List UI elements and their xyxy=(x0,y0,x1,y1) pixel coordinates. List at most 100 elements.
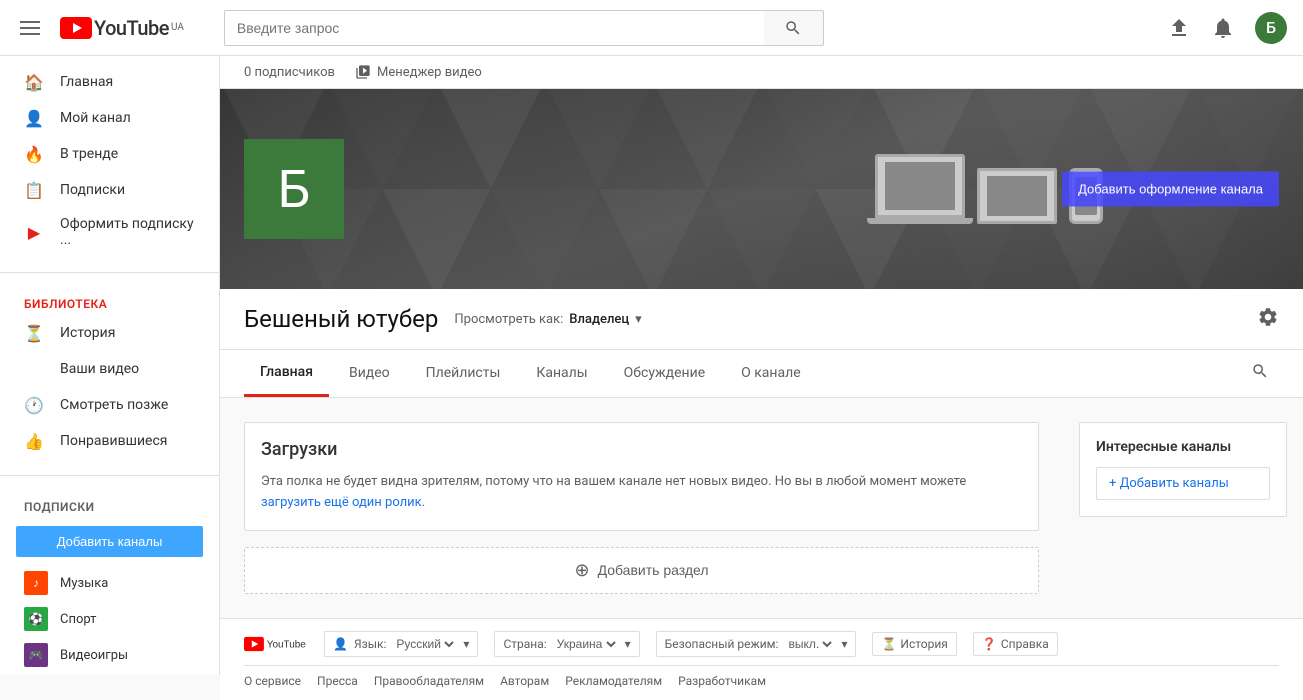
footer-nav-copyright[interactable]: Правообладателям xyxy=(374,674,484,688)
footer-safe-label: Безопасный режим: xyxy=(665,637,779,651)
channel-search-icon[interactable] xyxy=(1241,352,1279,395)
footer-safe-mode[interactable]: Безопасный режим: выкл. ▾ xyxy=(656,631,857,657)
channel-view-as: Просмотреть как: Владелец ▾ xyxy=(454,312,641,327)
safe-mode-dropdown[interactable]: выкл. xyxy=(784,636,835,652)
main-content: 0 подписчиков Менеджер видео xyxy=(220,56,1303,700)
games-label: Видеоигры xyxy=(60,648,128,663)
tab-channels[interactable]: Каналы xyxy=(520,351,603,397)
footer-nav-authors[interactable]: Авторам xyxy=(500,674,549,688)
footer-help-link[interactable]: ❓ Справка xyxy=(973,632,1058,656)
video-manager-icon xyxy=(355,64,371,80)
watch-later-icon: 🕐 xyxy=(24,395,44,415)
subscriptions-icon: 📋 xyxy=(24,180,44,200)
footer-youtube-logo-icon: YouTube xyxy=(244,635,308,653)
device-tv xyxy=(977,168,1057,224)
language-chevron-icon: ▾ xyxy=(463,637,469,651)
sidebar-item-trending[interactable]: 🔥 В тренде xyxy=(0,136,219,172)
sidebar-item-your-videos[interactable]: Ваши видео xyxy=(0,351,219,387)
menu-icon[interactable] xyxy=(16,17,44,39)
header-right: Б xyxy=(1167,12,1287,44)
sidebar-item-subscribe[interactable]: ▶ Оформить подписку ... xyxy=(0,208,219,256)
subscriptions-title: ПОДПИСКИ xyxy=(0,492,219,518)
channel-main-content: Загрузки Эта полка не будет видна зрител… xyxy=(220,398,1063,618)
footer-logo[interactable]: YouTube xyxy=(244,635,308,653)
sidebar-item-home[interactable]: 🏠 Главная xyxy=(0,64,219,100)
footer-nav-developers[interactable]: Разработчикам xyxy=(678,674,766,688)
channel-art: Б xyxy=(220,89,1303,289)
subscribers-count: 0 подписчиков xyxy=(244,65,335,80)
interesting-channels-section: Интересные каналы + Добавить каналы xyxy=(1079,422,1287,517)
footer-bottom: О сервисе Пресса Правообладателям Автора… xyxy=(244,674,1279,688)
logo-ua: UA xyxy=(171,22,184,33)
sport-label: Спорт xyxy=(60,612,96,627)
footer-country-select[interactable]: Страна: Украина ▾ xyxy=(494,631,639,657)
tab-videos[interactable]: Видео xyxy=(333,351,406,397)
footer: YouTube 👤 Язык: Русский ▾ Стра xyxy=(220,618,1303,700)
footer-top: YouTube 👤 Язык: Русский ▾ Стра xyxy=(244,631,1279,666)
sidebar-item-subscriptions[interactable]: 📋 Подписки xyxy=(0,172,219,208)
footer-history-link[interactable]: ⏳ История xyxy=(872,632,956,656)
video-manager-label: Менеджер видео xyxy=(377,65,482,80)
channel-header: Бешеный ютубер Просмотреть как: Владелец… xyxy=(220,289,1303,350)
sidebar-my-channel-label: Мой канал xyxy=(60,110,131,126)
sidebar-item-history[interactable]: ⏳ История xyxy=(0,315,219,351)
add-interesting-channels-button[interactable]: + Добавить каналы xyxy=(1096,467,1270,500)
add-channels-button[interactable]: Добавить каналы xyxy=(16,526,203,557)
view-as-chevron-icon[interactable]: ▾ xyxy=(635,312,642,327)
view-as-value[interactable]: Владелец xyxy=(569,312,629,327)
home-icon: 🏠 xyxy=(24,72,44,92)
uploads-msg-part1: Эта полка не будет видна зрителям, потом… xyxy=(261,474,966,489)
uploads-title: Загрузки xyxy=(261,439,1022,460)
help-icon-footer: ❓ xyxy=(982,637,997,651)
sport-icon: ⚽ xyxy=(24,607,48,631)
add-channel-art-button[interactable]: Добавить оформление канала xyxy=(1062,172,1279,207)
search-bar xyxy=(224,10,824,46)
logo[interactable]: YouTubeUA xyxy=(60,16,184,40)
language-icon: 👤 xyxy=(333,637,348,651)
channel-art-avatar: Б xyxy=(244,139,344,239)
uploads-empty-message: Эта полка не будет видна зрителям, потом… xyxy=(261,472,1022,514)
subscribe-icon: ▶ xyxy=(24,222,44,242)
nav-section: 🏠 Главная 👤 Мой канал 🔥 В тренде 📋 Подпи… xyxy=(0,56,219,264)
sidebar-liked-label: Понравившиеся xyxy=(60,433,167,449)
sidebar-item-music[interactable]: ♪ Музыка xyxy=(0,565,219,601)
channel-settings-icon[interactable] xyxy=(1257,306,1279,333)
language-dropdown[interactable]: Русский xyxy=(392,636,457,652)
tab-about[interactable]: О канале xyxy=(725,351,817,397)
footer-nav-advertisers[interactable]: Рекламодателям xyxy=(565,674,662,688)
notifications-icon[interactable] xyxy=(1211,16,1235,40)
search-icon xyxy=(784,19,802,37)
footer-language-select[interactable]: 👤 Язык: Русский ▾ xyxy=(324,631,478,657)
header-left: YouTubeUA xyxy=(16,16,184,40)
footer-nav-about[interactable]: О сервисе xyxy=(244,674,301,688)
tab-discussion[interactable]: Обсуждение xyxy=(608,351,722,397)
history-icon-footer: ⏳ xyxy=(881,637,896,651)
sidebar-item-games[interactable]: 🎮 Видеоигры xyxy=(0,637,219,673)
tab-playlists[interactable]: Плейлисты xyxy=(410,351,517,397)
subscriptions-section: ПОДПИСКИ Добавить каналы ♪ Музыка ⚽ Спор… xyxy=(0,484,219,675)
country-dropdown[interactable]: Украина xyxy=(553,636,619,652)
sidebar-item-watch-later[interactable]: 🕐 Смотреть позже xyxy=(0,387,219,423)
search-input[interactable] xyxy=(224,10,764,46)
sidebar-item-my-channel[interactable]: 👤 Мой канал xyxy=(0,100,219,136)
add-section-label: Добавить раздел xyxy=(598,562,709,578)
user-avatar[interactable]: Б xyxy=(1255,12,1287,44)
device-laptop xyxy=(875,154,965,224)
upload-link[interactable]: загрузить ещё один ролик xyxy=(261,495,422,510)
add-section-plus-icon: ⊕ xyxy=(574,560,589,581)
sidebar-item-liked[interactable]: 👍 Понравившиеся xyxy=(0,423,219,459)
add-section-button[interactable]: ⊕ Добавить раздел xyxy=(244,547,1039,594)
video-manager-link[interactable]: Менеджер видео xyxy=(355,64,482,80)
footer-language-label: Язык: xyxy=(354,637,386,651)
header: YouTubeUA Б xyxy=(0,0,1303,56)
search-button[interactable] xyxy=(764,10,824,46)
channel-topbar: 0 подписчиков Менеджер видео xyxy=(220,56,1303,89)
channel-name: Бешеный ютубер xyxy=(244,305,438,333)
tab-home[interactable]: Главная xyxy=(244,350,329,397)
my-channel-icon: 👤 xyxy=(24,108,44,128)
liked-icon: 👍 xyxy=(24,431,44,451)
sidebar-item-sport[interactable]: ⚽ Спорт xyxy=(0,601,219,637)
sidebar-watch-later-label: Смотреть позже xyxy=(60,397,168,413)
upload-icon[interactable] xyxy=(1167,16,1191,40)
footer-nav-press[interactable]: Пресса xyxy=(317,674,358,688)
